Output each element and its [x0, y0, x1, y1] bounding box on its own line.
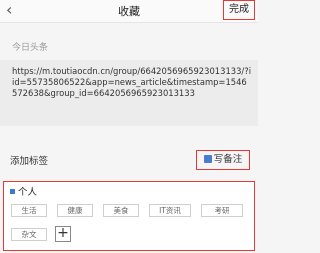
personal-heading: 个人 [10, 184, 37, 198]
personal-title: 个人 [18, 187, 38, 198]
add-tag-label: 添加标签 [10, 156, 49, 167]
pencil-icon [203, 155, 212, 163]
article-card: https://m.toutiaocdn.cn/group/6642056965… [0, 60, 258, 126]
source-name: 今日头条 [12, 43, 49, 53]
add-tag-icon[interactable]: + [55, 226, 71, 242]
article-url: https://m.toutiaocdn.cn/group/6642056965… [12, 66, 252, 98]
done-button[interactable]: 完成 [223, 0, 255, 20]
tag-chip[interactable]: IT资讯 [149, 204, 191, 217]
blue-square-icon [10, 189, 15, 194]
tag-chip[interactable]: 杂文 [11, 228, 47, 241]
personal-tags-panel: 个人 生活 健康 美食 IT资讯 考研 杂文 + [3, 181, 255, 251]
tag-row: 杂文 + [11, 226, 247, 243]
tag-chip[interactable]: 考研 [201, 204, 243, 217]
top-bar: ‹ 收藏 完成 [0, 0, 258, 23]
tag-chip[interactable]: 生活 [11, 204, 47, 217]
tag-row: 生活 健康 美食 IT资讯 考研 [11, 204, 247, 218]
tag-chip[interactable]: 美食 [103, 204, 139, 217]
write-note-button[interactable]: 写备注 [196, 150, 250, 170]
tag-chip[interactable]: 健康 [57, 204, 93, 217]
page-title: 收藏 [118, 5, 140, 18]
write-note-label: 写备注 [213, 154, 243, 165]
